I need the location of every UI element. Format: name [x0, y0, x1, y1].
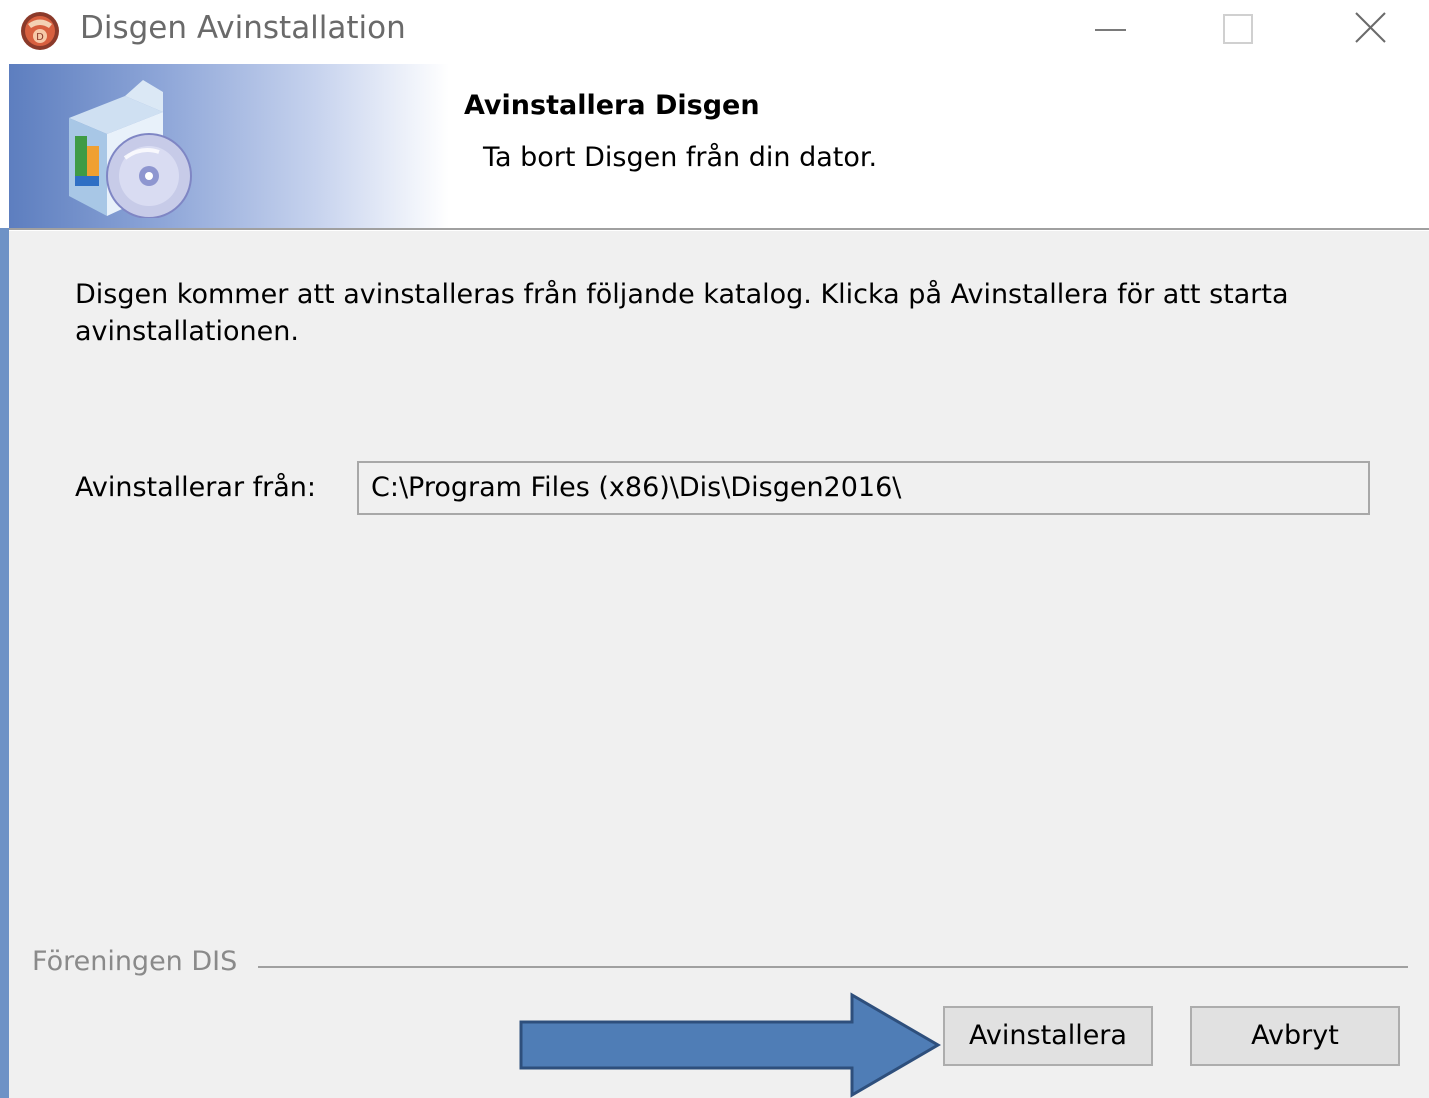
- maximize-icon: [1223, 14, 1253, 44]
- maximize-button[interactable]: [1179, 0, 1299, 56]
- description-text: Disgen kommer att avinstalleras från föl…: [75, 279, 1289, 347]
- header-subtitle: Ta bort Disgen från din dator.: [483, 142, 878, 173]
- footer-divider: [258, 966, 1408, 968]
- uninstall-button[interactable]: Avinstallera: [943, 1006, 1153, 1066]
- software-box-cd-icon: [69, 80, 192, 218]
- wizard-header: Avinstallera Disgen Ta bort Disgen från …: [0, 64, 1429, 228]
- brand-label: Föreningen DIS: [32, 946, 238, 977]
- uninstall-path-field[interactable]: C:\Program Files (x86)\Dis\Disgen2016\: [357, 461, 1370, 515]
- svg-text:D: D: [36, 32, 44, 43]
- minimize-icon: [1095, 29, 1126, 31]
- minimize-button[interactable]: [1050, 0, 1170, 56]
- cancel-button[interactable]: Avbryt: [1190, 1006, 1400, 1066]
- close-button[interactable]: [1309, 0, 1429, 56]
- title-bar[interactable]: D Disgen Avinstallation: [0, 0, 1429, 64]
- uninstall-window: D Disgen Avinstallation Avinstallera Dis…: [0, 0, 1429, 1098]
- header-title: Avinstallera Disgen: [464, 90, 760, 121]
- disgen-app-icon: D: [21, 12, 59, 50]
- window-title: Disgen Avinstallation: [80, 10, 406, 46]
- right-arrow-annotation: [519, 992, 941, 1098]
- uninstall-path-label: Avinstallerar från:: [75, 472, 316, 503]
- close-icon: [1355, 12, 1386, 43]
- header-divider-highlight: [9, 230, 1429, 231]
